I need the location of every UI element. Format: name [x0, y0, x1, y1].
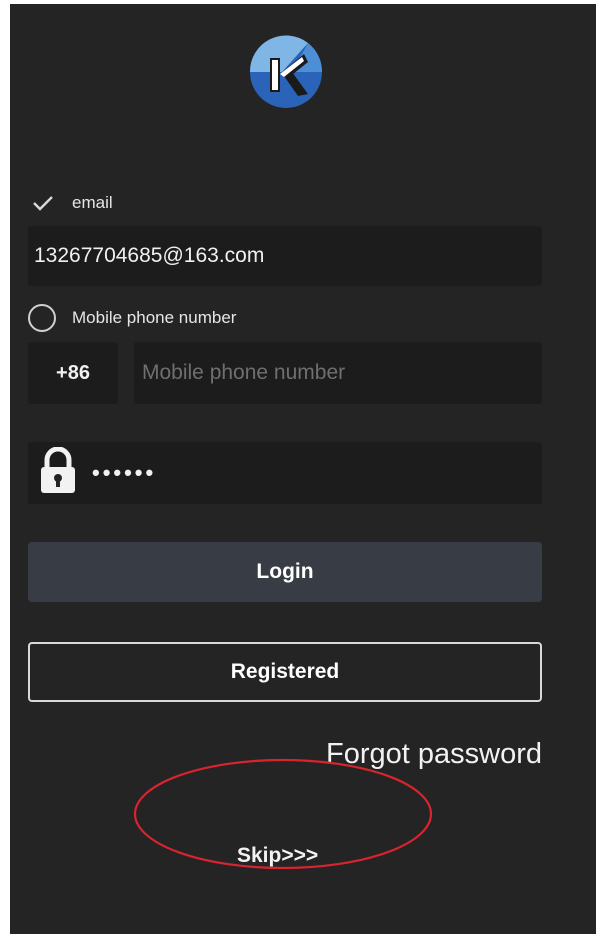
check-icon	[28, 190, 58, 216]
login-screen: email Mobile phone number +86 •••••• Log…	[10, 4, 596, 934]
password-field[interactable]: ••••••	[28, 442, 542, 504]
phone-option-label: Mobile phone number	[72, 308, 237, 327]
phone-option[interactable]: Mobile phone number	[28, 304, 236, 332]
phone-field-container	[134, 342, 542, 404]
lock-icon	[38, 446, 78, 500]
country-code: +86	[56, 361, 90, 384]
email-option-label: email	[72, 193, 113, 212]
phone-radio[interactable]	[28, 304, 56, 332]
email-option[interactable]: email	[28, 190, 113, 216]
email-field-container	[28, 226, 542, 286]
email-field[interactable]	[34, 244, 542, 268]
highlight-ellipse	[133, 758, 433, 870]
country-code-selector[interactable]: +86	[28, 342, 118, 404]
k-logo-icon	[249, 35, 323, 108]
phone-input[interactable]	[142, 361, 542, 385]
register-button[interactable]: Registered	[28, 642, 542, 702]
password-mask: ••••••	[92, 460, 157, 485]
login-button[interactable]: Login	[28, 542, 542, 602]
